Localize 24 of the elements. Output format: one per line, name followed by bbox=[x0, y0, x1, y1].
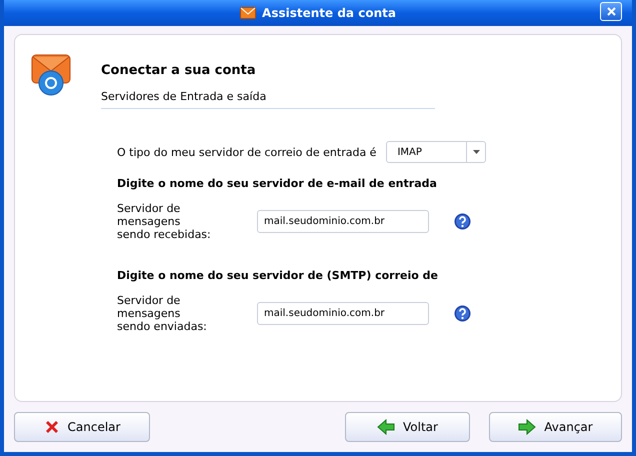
window-title: Assistente da conta bbox=[262, 6, 396, 20]
close-button[interactable] bbox=[600, 2, 622, 21]
server-type-label: O tipo do meu servidor de correio de entrada é bbox=[117, 146, 376, 158]
server-input-field[interactable]: mail.seudominio.com.br bbox=[257, 302, 429, 325]
field-label: Servidor de mensagens sendo enviadas: bbox=[117, 294, 208, 333]
page-subtitle: Servidores de Entrada e saída bbox=[101, 90, 435, 109]
page-title: Conectar a sua conta bbox=[101, 63, 257, 78]
help-icon[interactable] bbox=[454, 213, 471, 230]
cancel-button[interactable]: Cancelar bbox=[14, 412, 150, 442]
close-icon bbox=[606, 7, 616, 16]
cross-icon bbox=[44, 419, 60, 435]
back-button[interactable]: Voltar bbox=[345, 412, 470, 442]
field-label: Servidor de mensagens sendo recebidas: bbox=[117, 202, 212, 241]
next-button[interactable]: Avançar bbox=[489, 412, 622, 442]
section-heading: Digite o nome do seu servidor de e-mail de entrada bbox=[117, 177, 438, 190]
mail-at-icon bbox=[31, 53, 71, 97]
server-type-dropdown[interactable]: IMAP bbox=[386, 141, 486, 163]
envelope-icon bbox=[240, 7, 256, 19]
left-arrow-icon bbox=[377, 419, 396, 435]
right-arrow-icon bbox=[518, 419, 536, 435]
section-heading: Digite o nome do seu servidor de (SMTP) correio de bbox=[117, 269, 439, 282]
server-input-field[interactable]: mail.seudominio.com.br bbox=[257, 210, 429, 233]
dropdown-arrow-icon bbox=[472, 150, 480, 154]
help-icon[interactable] bbox=[454, 305, 471, 322]
